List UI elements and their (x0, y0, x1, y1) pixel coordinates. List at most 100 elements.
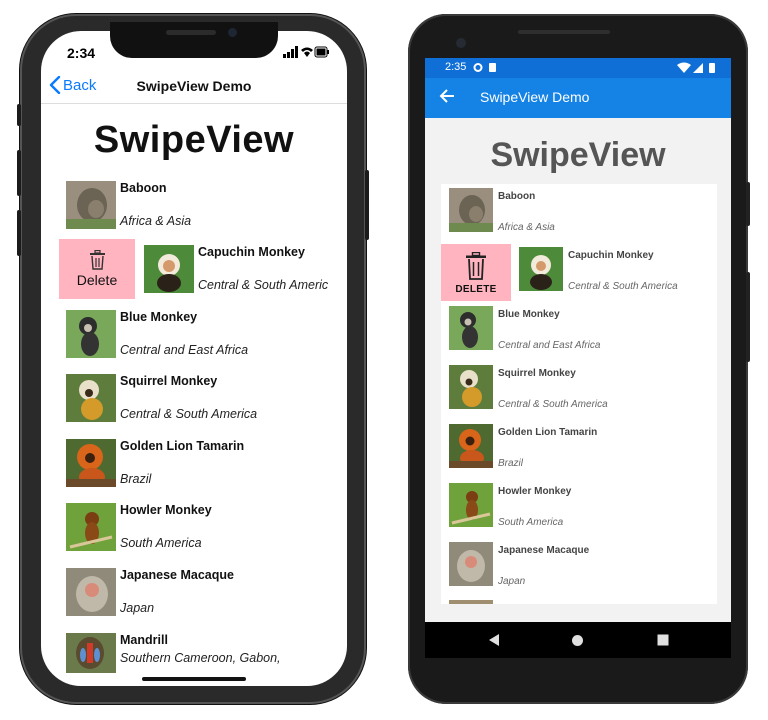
page-title: SwipeView Demo (136, 78, 252, 94)
item-location: Central & South Americ (198, 278, 329, 292)
list-item-howler-monkey[interactable]: Howler Monkey South America (41, 501, 347, 565)
heading: SwipeView (490, 136, 666, 174)
item-name: Japanese Macaque (498, 545, 590, 556)
android-system-icons (677, 62, 715, 73)
earpiece (518, 30, 610, 34)
page-title: SwipeView Demo (480, 89, 590, 105)
item-location: Central & South America (498, 399, 608, 410)
japanese-macaque-photo (66, 568, 116, 616)
ios-status-time: 2:34 (67, 45, 96, 61)
item-location: Brazil (120, 472, 152, 486)
iphone-volume-down (17, 210, 21, 256)
settings-icon (473, 63, 483, 72)
item-name: Golden Lion Tamarin (498, 427, 598, 438)
blue-monkey-photo (449, 306, 493, 350)
howler-monkey-photo (449, 483, 493, 527)
item-location: Central and East Africa (498, 340, 601, 351)
item-name: Capuchin Monkey (198, 245, 305, 259)
item-name: Howler Monkey (498, 486, 572, 497)
item-location: Central and East Africa (120, 343, 249, 357)
mandrill-photo (66, 633, 116, 673)
nav-back-icon[interactable] (487, 633, 501, 647)
list-item-baboon[interactable]: Baboon Africa & Asia (41, 179, 347, 243)
item-name: Squirrel Monkey (120, 374, 218, 388)
nav-recents-icon[interactable] (657, 634, 669, 646)
front-camera (228, 28, 237, 37)
japanese-macaque-photo (449, 542, 493, 586)
item-location: Japan (498, 576, 526, 587)
android-status-time: 2:35 (445, 61, 467, 73)
monkey-list: Baboon Africa & Asia DELETE Capuchin Mon… (441, 184, 717, 604)
capuchin-monkey-photo (519, 247, 563, 291)
item-location: Africa & Asia (120, 214, 192, 228)
item-name: Capuchin Monkey (568, 250, 654, 261)
arrow-back-icon[interactable] (439, 88, 455, 104)
front-camera (456, 38, 466, 48)
android-screen: 2:35 SwipeView Demo SwipeView Baboon Afr… (425, 58, 731, 658)
item-name: Golden Lion Tamarin (120, 439, 245, 453)
iphone-notch (110, 22, 278, 58)
trash-icon (466, 252, 486, 280)
item-location: Southern Cameroon, Gabon, (120, 651, 281, 665)
nav-home-icon[interactable] (571, 634, 584, 647)
golden-lion-tamarin-photo (449, 424, 493, 468)
squirrel-monkey-photo (449, 365, 493, 409)
baboon-photo (449, 188, 493, 232)
item-name: Japanese Macaque (120, 568, 234, 582)
speaker-grille (166, 30, 216, 35)
list-item-japanese-macaque[interactable]: Japanese Macaque Japan (41, 566, 347, 630)
list-item-japanese-macaque[interactable]: Japanese Macaque Japan (441, 538, 717, 597)
sd-card-icon (489, 63, 496, 72)
list-item-blue-monkey[interactable]: Blue Monkey Central and East Africa (441, 302, 717, 361)
item-location: Brazil (498, 458, 524, 469)
squirrel-monkey-photo (66, 374, 116, 422)
list-item-golden-lion-tamarin[interactable]: Golden Lion Tamarin Brazil (41, 437, 347, 501)
baboon-photo (66, 181, 116, 229)
iphone-mute-switch (17, 104, 21, 126)
trash-icon (90, 250, 105, 270)
item-location: Central & South America (120, 407, 258, 421)
signal-icon (693, 63, 703, 73)
capuchin-monkey-photo (144, 245, 194, 293)
item-name: Baboon (498, 191, 536, 202)
item-name: Howler Monkey (120, 503, 212, 517)
android-app-bar: SwipeView Demo (425, 78, 731, 118)
golden-lion-tamarin-photo (66, 439, 116, 487)
item-location: Japan (120, 601, 155, 615)
item-name: Mandrill (120, 633, 168, 647)
android-volume-rocker (746, 272, 750, 362)
item-name: Squirrel Monkey (498, 368, 576, 379)
item-name: Blue Monkey (498, 309, 560, 320)
heading: SwipeView (93, 119, 295, 161)
wifi-icon (301, 47, 313, 57)
howler-monkey-photo (66, 503, 116, 551)
item-location: Africa & Asia (498, 222, 555, 233)
ios-navigation-bar: Back SwipeView Demo (41, 71, 347, 104)
list-item-blue-monkey[interactable]: Blue Monkey Central and East Africa (41, 308, 347, 372)
delete-button[interactable]: DELETE (441, 244, 511, 301)
list-item-howler-monkey[interactable]: Howler Monkey South America (441, 479, 717, 538)
list-item-baboon[interactable]: Baboon Africa & Asia (441, 184, 717, 243)
item-location: Central & South America (568, 281, 678, 292)
item-name: Blue Monkey (120, 310, 198, 324)
item-name: Baboon (120, 181, 167, 195)
item-location: South America (498, 517, 564, 528)
list-item-capuchin-monkey[interactable]: Capuchin Monkey Central & South America (511, 243, 717, 302)
iphone-volume-up (17, 150, 21, 196)
item-location: South America (120, 536, 202, 550)
list-item-golden-lion-tamarin[interactable]: Golden Lion Tamarin Brazil (441, 420, 717, 479)
android-status-bar: 2:35 (425, 58, 731, 78)
blue-monkey-photo (66, 310, 116, 358)
ios-screen: 2:34 Back SwipeView Demo SwipeView Delet… (41, 31, 347, 686)
android-power-button (746, 182, 750, 226)
list-item-capuchin-monkey[interactable]: Capuchin Monkey Central & South Americ (119, 243, 347, 307)
ios-status-icons (283, 46, 329, 58)
android-notification-icons (473, 63, 496, 72)
iphone-power-button (365, 170, 369, 240)
battery-icon (314, 46, 329, 58)
home-indicator[interactable] (142, 677, 246, 681)
list-item-squirrel-monkey[interactable]: Squirrel Monkey Central & South America (441, 361, 717, 420)
battery-icon (709, 63, 715, 73)
partially-visible-list-item (449, 600, 493, 604)
list-item-squirrel-monkey[interactable]: Squirrel Monkey Central & South America (41, 372, 347, 436)
